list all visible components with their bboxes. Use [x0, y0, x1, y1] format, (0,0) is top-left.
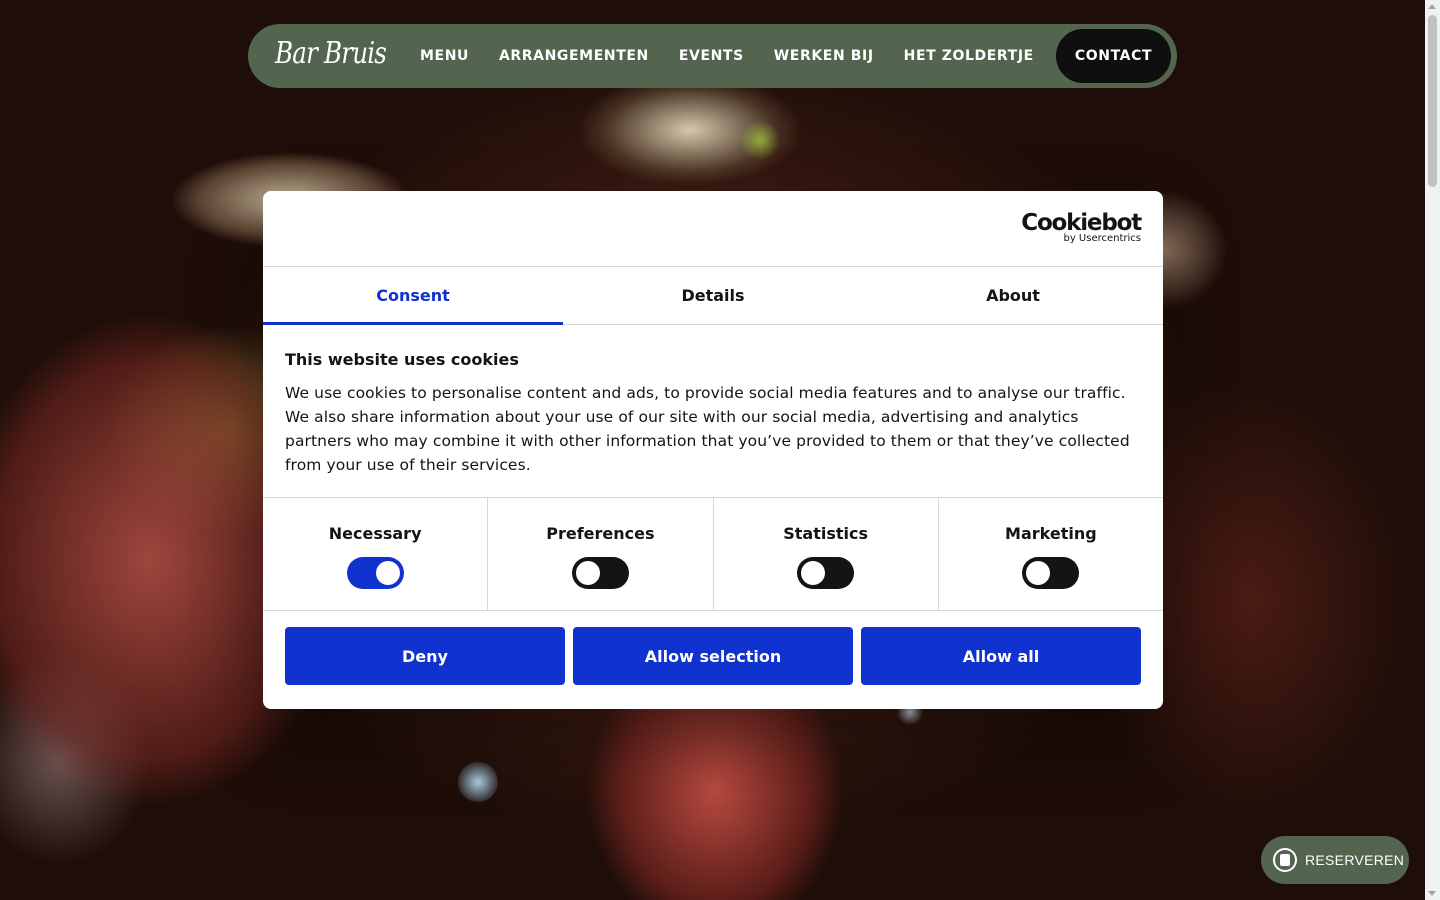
dialog-header: Cookiebot by Usercentrics: [263, 191, 1163, 267]
cookiebot-logo-name: Cookiebot: [1021, 210, 1142, 236]
category-preferences: Preferences: [488, 498, 714, 610]
tab-consent[interactable]: Consent: [263, 267, 563, 325]
dialog-tabs: Consent Details About: [263, 267, 1163, 325]
nav-item-menu[interactable]: MENU: [420, 48, 469, 64]
cookiebot-logo: Cookiebot by Usercentrics: [1021, 210, 1142, 244]
page-scrollbar[interactable]: [1425, 0, 1440, 900]
category-label: Preferences: [546, 524, 655, 543]
tab-details[interactable]: Details: [563, 267, 863, 324]
cookie-consent-dialog: Cookiebot by Usercentrics Consent Detail…: [263, 191, 1163, 709]
toggle-knob: [801, 561, 826, 585]
reserveren-button[interactable]: RESERVEREN: [1261, 836, 1409, 884]
consent-description: We use cookies to personalise content an…: [285, 384, 1130, 474]
category-statistics: Statistics: [714, 498, 939, 610]
site-logo[interactable]: Bar Bruis: [275, 36, 387, 76]
consent-title: This website uses cookies: [285, 350, 519, 369]
marketing-toggle[interactable]: [1022, 557, 1080, 589]
nav-item-het-zoldertje[interactable]: HET ZOLDERTJE: [904, 48, 1034, 64]
scrollbar-thumb[interactable]: [1428, 15, 1437, 187]
statistics-toggle[interactable]: [797, 557, 855, 589]
nav-item-events[interactable]: EVENTS: [679, 48, 744, 64]
cookie-category-toggles: Necessary Preferences Statistics Marketi…: [263, 498, 1163, 611]
nav-links: MENU ARRANGEMENTEN EVENTS WERKEN BIJ HET…: [420, 24, 1064, 88]
category-label: Necessary: [328, 524, 422, 543]
category-label: Marketing: [1005, 524, 1097, 543]
allow-selection-button[interactable]: Allow selection: [573, 627, 853, 685]
category-marketing: Marketing: [939, 498, 1163, 610]
allow-all-button[interactable]: Allow all: [861, 627, 1141, 685]
nav-item-arrangementen[interactable]: ARRANGEMENTEN: [499, 48, 649, 64]
toggle-knob: [375, 561, 400, 585]
toggle-knob: [575, 561, 600, 585]
category-necessary: Necessary: [263, 498, 489, 610]
bokeh-light: [458, 762, 498, 802]
scroll-up-arrow-icon[interactable]: [1428, 4, 1436, 9]
category-label: Statistics: [783, 524, 868, 543]
calendar-icon: [1273, 848, 1297, 872]
nav-item-werken-bij[interactable]: WERKEN BIJ: [774, 48, 874, 64]
preferences-toggle[interactable]: [571, 557, 629, 589]
tab-about[interactable]: About: [863, 267, 1163, 324]
consent-buttons: Deny Allow selection Allow all: [263, 611, 1163, 685]
bokeh-light: [740, 120, 780, 160]
consent-body: This website uses cookies We use cookies…: [263, 325, 1163, 498]
necessary-toggle[interactable]: [346, 557, 404, 589]
toggle-knob: [1026, 561, 1051, 585]
scroll-down-arrow-icon[interactable]: [1428, 891, 1436, 896]
contact-button[interactable]: CONTACT: [1056, 29, 1171, 83]
reserveren-label: RESERVEREN: [1305, 852, 1405, 868]
deny-button[interactable]: Deny: [285, 627, 565, 685]
